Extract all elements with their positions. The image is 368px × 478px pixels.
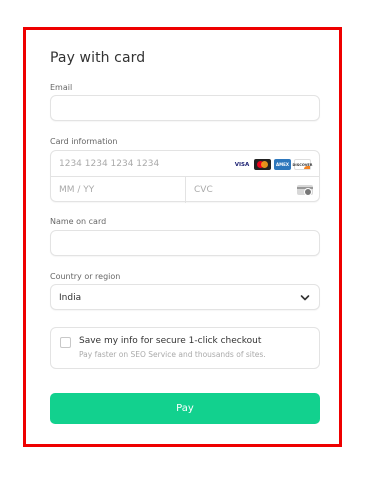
- card-number-row: VISA AMEX DISCOVER: [51, 151, 319, 177]
- email-field-wrapper: [50, 95, 320, 121]
- pay-button[interactable]: Pay: [50, 393, 320, 424]
- card-information-group: VISA AMEX DISCOVER: [50, 150, 321, 203]
- cvc-card-icon: [297, 185, 313, 196]
- visa-icon: VISA: [233, 159, 251, 170]
- email-label: Email: [50, 83, 73, 92]
- name-on-card-input[interactable]: [51, 232, 319, 256]
- name-field-wrapper: [50, 230, 320, 256]
- country-selected-value: India: [59, 293, 82, 303]
- chevron-down-icon: [300, 295, 310, 301]
- cvc-cell: [186, 177, 321, 203]
- expiry-input[interactable]: [51, 177, 151, 203]
- card-brands: VISA AMEX DISCOVER: [233, 159, 313, 170]
- save-info-subtitle: Pay faster on SEO Service and thousands …: [79, 350, 266, 359]
- card-number-input[interactable]: [51, 151, 221, 177]
- email-input[interactable]: [51, 97, 319, 121]
- save-info-checkbox[interactable]: [60, 337, 71, 348]
- amex-icon: AMEX: [274, 159, 291, 170]
- save-info-box: Save my info for secure 1-click checkout…: [50, 327, 320, 369]
- country-label: Country or region: [50, 272, 121, 281]
- form-title: Pay with card: [50, 50, 146, 66]
- discover-icon: DISCOVER: [293, 159, 313, 170]
- expiry-cell: [51, 177, 186, 203]
- mastercard-icon: [254, 159, 271, 170]
- name-on-card-label: Name on card: [50, 217, 107, 226]
- payment-form-frame: Pay with card Email Card information VIS…: [23, 27, 342, 447]
- cvc-input[interactable]: [186, 177, 286, 203]
- save-info-title: Save my info for secure 1-click checkout: [79, 336, 262, 346]
- country-select[interactable]: India: [50, 284, 320, 310]
- card-information-label: Card information: [50, 137, 118, 146]
